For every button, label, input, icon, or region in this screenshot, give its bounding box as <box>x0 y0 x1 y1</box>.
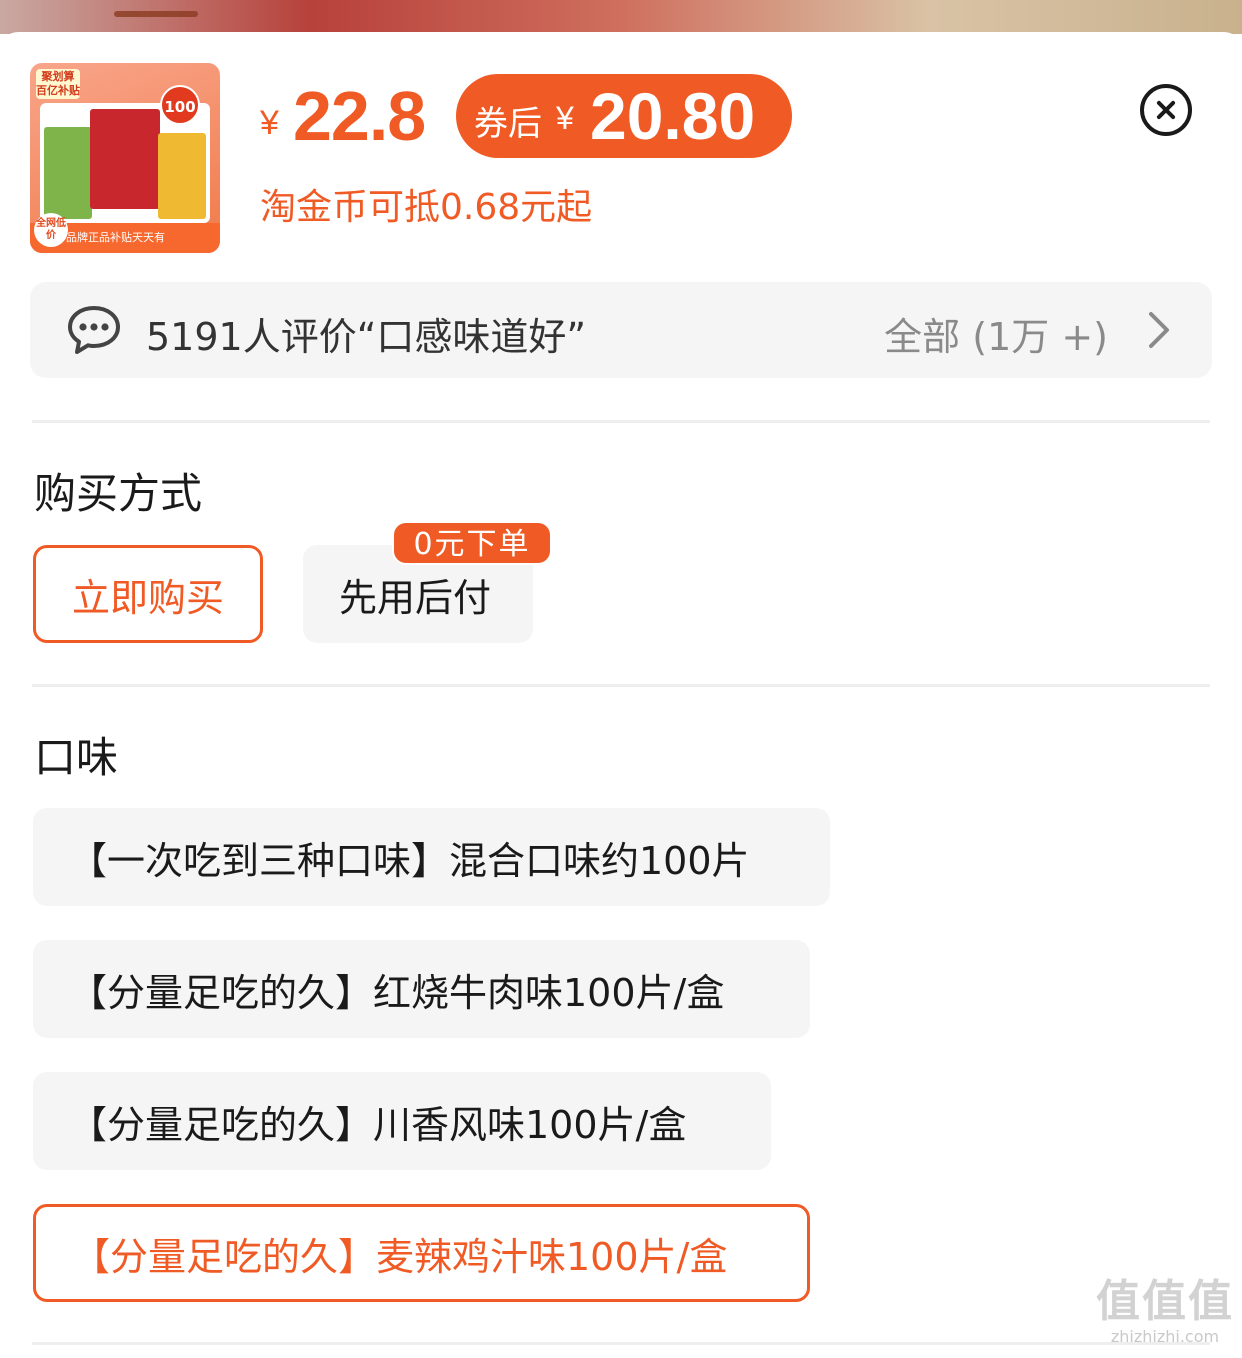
flavor-option-sichuan[interactable]: 【分量足吃的久】川香风味100片/盒 <box>33 1072 771 1170</box>
yellow-pack <box>158 133 206 219</box>
review-summary-bar[interactable]: 5191人评价“口感味道好” 全部 (1万 +) <box>30 282 1212 378</box>
watermark-logo: 值值值 <box>1096 1276 1234 1327</box>
divider <box>32 684 1210 687</box>
flavor-option-label: 【分量足吃的久】红烧牛肉味100片/盒 <box>69 970 725 1015</box>
flavor-option-label: 【分量足吃的久】川香风味100片/盒 <box>69 1102 687 1147</box>
coin-deduction-note: 淘金币可抵0.68元起 <box>260 187 593 228</box>
review-summary-text: 5191人评价“口感味道好” <box>146 315 587 359</box>
coupon-label: 券后 <box>474 104 542 144</box>
coupon-price-pill: 券后 ¥ 20.80 <box>456 74 792 158</box>
buy-now-label: 立即购买 <box>72 575 225 620</box>
price-currency: ¥ <box>260 104 279 142</box>
watermark-url: zhizhizhi.com <box>1110 1327 1220 1346</box>
divider <box>32 420 1210 423</box>
flavor-title: 口味 <box>34 733 119 782</box>
purchase-method-title: 购买方式 <box>34 469 203 518</box>
red-pack <box>90 109 160 209</box>
drag-handle[interactable] <box>114 11 198 17</box>
all-reviews-link[interactable]: 全部 (1万 +) <box>884 306 1108 361</box>
flavor-option-mixed[interactable]: 【一次吃到三种口味】混合口味约100片 <box>33 808 830 906</box>
close-icon[interactable] <box>1140 84 1192 136</box>
zero-yuan-badge: 0元下单 <box>392 521 552 565</box>
chevron-right-icon[interactable] <box>1146 310 1172 350</box>
buy-now-option[interactable]: 立即购买 <box>33 545 263 643</box>
flavor-option-chicken[interactable]: 【分量足吃的久】麦辣鸡汁味100片/盒 <box>33 1204 810 1302</box>
chat-bubble-icon <box>68 306 120 354</box>
divider <box>32 1342 1210 1345</box>
subsidy-tag: 聚划算 百亿补贴 <box>36 69 80 99</box>
site-watermark: 值值值 zhizhizhi.com <box>1092 1278 1238 1352</box>
coupon-price: 20.80 <box>590 79 756 153</box>
background-product-strip <box>0 0 1242 34</box>
pay-later-label: 先用后付 <box>339 575 492 620</box>
lowest-price-badge: 全网低价 <box>34 213 68 247</box>
green-pack <box>44 127 92 219</box>
coupon-currency: ¥ <box>556 100 574 136</box>
flavor-option-label: 【分量足吃的久】麦辣鸡汁味100片/盒 <box>72 1234 728 1279</box>
product-price: 22.8 <box>293 77 426 155</box>
count-badge: 100 <box>160 85 200 125</box>
flavor-option-beef[interactable]: 【分量足吃的久】红烧牛肉味100片/盒 <box>33 940 810 1038</box>
flavor-option-label: 【一次吃到三种口味】混合口味约100片 <box>69 838 750 883</box>
product-thumbnail[interactable]: 聚划算 百亿补贴 100 品牌正品补贴天天有 全网低价 <box>30 63 220 253</box>
